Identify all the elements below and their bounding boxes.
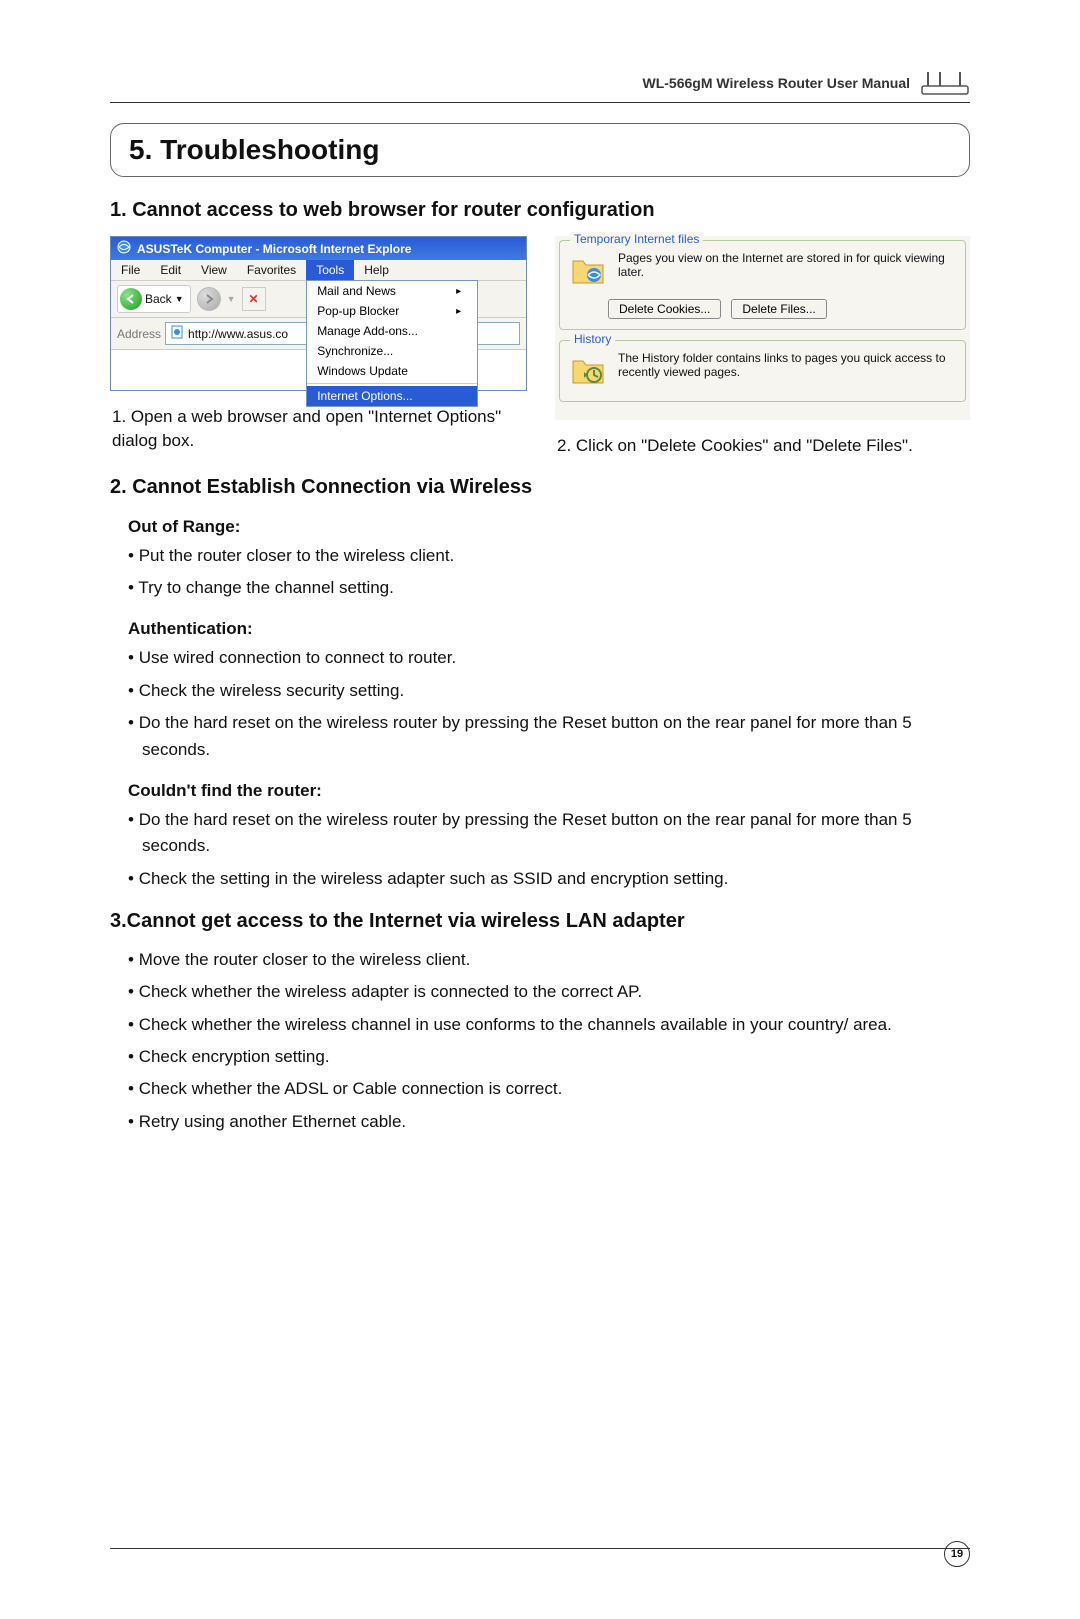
submenu-arrow-icon: ▸	[456, 306, 461, 317]
stop-button[interactable]: ✕	[242, 287, 266, 311]
tools-dropdown: Mail and News ▸ Pop-up Blocker ▸ Manage Ad…	[306, 280, 478, 407]
page-number: 19	[944, 1541, 970, 1567]
list-item: Check whether the wireless channel in us…	[128, 1012, 970, 1038]
figure-row: ASUSTeK Computer - Microsoft Internet Ex…	[110, 236, 970, 458]
footer-rule	[110, 1548, 970, 1549]
back-button[interactable]: Back ▼	[117, 285, 191, 313]
folder-history-icon	[568, 351, 608, 391]
section-1-title: 1. Cannot access to web browser for rout…	[110, 199, 970, 222]
list-item: Check encryption setting.	[128, 1044, 970, 1070]
group-history: History The History folder contains link…	[559, 340, 966, 402]
dd-mail[interactable]: Mail and News ▸	[307, 281, 477, 301]
list-authentication: Use wired connection to connect to route…	[128, 645, 970, 762]
list-item: Retry using another Ethernet cable.	[128, 1109, 970, 1135]
dd-internet-options[interactable]: Internet Options...	[307, 386, 477, 406]
list-item: Do the hard reset on the wireless router…	[128, 807, 970, 860]
address-value: http://www.asus.co	[188, 327, 288, 341]
back-label: Back	[145, 292, 172, 306]
group-temp-label: Temporary Internet files	[570, 232, 703, 246]
dd-update[interactable]: Windows Update	[307, 361, 477, 381]
dd-popup-label: Pop-up Blocker	[317, 304, 399, 318]
manual-title: WL-566gM Wireless Router User Manual	[643, 75, 911, 91]
list-out-of-range: Put the router closer to the wireless cl…	[128, 543, 970, 602]
ie-titlebar: ASUSTeK Computer - Microsoft Internet Ex…	[111, 237, 526, 260]
header-rule	[110, 102, 970, 103]
dd-mail-label: Mail and News	[317, 284, 396, 298]
menu-edit[interactable]: Edit	[150, 260, 191, 280]
menu-file[interactable]: File	[111, 260, 150, 280]
list-item: Check the setting in the wireless adapte…	[128, 866, 970, 892]
list-item: Move the router closer to the wireless c…	[128, 947, 970, 973]
delete-files-button[interactable]: Delete Files...	[731, 299, 826, 319]
list-section-3: Move the router closer to the wireless c…	[128, 947, 970, 1135]
dd-addons[interactable]: Manage Add-ons...	[307, 321, 477, 341]
back-dropdown-icon: ▼	[175, 294, 184, 304]
chapter-heading-box: 5. Troubleshooting	[110, 123, 970, 177]
dd-sync[interactable]: Synchronize...	[307, 341, 477, 361]
folder-ie-icon	[568, 251, 608, 291]
menu-favorites[interactable]: Favorites	[237, 260, 306, 280]
caption-2: 2. Click on "Delete Cookies" and "Delete…	[557, 434, 970, 458]
list-item: Use wired connection to connect to route…	[128, 645, 970, 671]
sub-out-of-range: Out of Range:	[128, 517, 970, 537]
menu-tools-label: Tools	[316, 263, 344, 277]
page-icon	[170, 325, 184, 342]
menu-help[interactable]: Help	[354, 260, 399, 280]
ie-menubar: File Edit View Favorites Tools Mail and …	[111, 260, 526, 281]
chapter-title: 5. Troubleshooting	[129, 134, 951, 166]
ie-window: ASUSTeK Computer - Microsoft Internet Ex…	[110, 236, 527, 391]
list-item: Check whether the wireless adapter is co…	[128, 979, 970, 1005]
figure-left: ASUSTeK Computer - Microsoft Internet Ex…	[110, 236, 525, 458]
menu-view[interactable]: View	[191, 260, 237, 280]
dd-popup[interactable]: Pop-up Blocker ▸	[307, 301, 477, 321]
group-history-label: History	[570, 332, 615, 346]
group-temporary-files: Temporary Internet files Pages you view …	[559, 240, 966, 330]
ie-app-icon	[117, 240, 131, 257]
list-item: Try to change the channel setting.	[128, 575, 970, 601]
list-item: Put the router closer to the wireless cl…	[128, 543, 970, 569]
back-arrow-icon	[120, 288, 142, 310]
ie-window-title: ASUSTeK Computer - Microsoft Internet Ex…	[137, 242, 411, 256]
submenu-arrow-icon: ▸	[456, 286, 461, 297]
sub-authentication: Authentication:	[128, 619, 970, 639]
forward-button[interactable]	[197, 287, 221, 311]
section-3-title: 3.Cannot get access to the Internet via …	[110, 910, 970, 933]
list-couldnt-find: Do the hard reset on the wireless router…	[128, 807, 970, 892]
list-item: Check whether the ADSL or Cable connecti…	[128, 1076, 970, 1102]
delete-cookies-button[interactable]: Delete Cookies...	[608, 299, 721, 319]
dd-separator	[307, 383, 477, 384]
caption-1: 1. Open a web browser and open "Internet…	[112, 405, 525, 453]
figure-right: Temporary Internet files Pages you view …	[555, 236, 970, 458]
list-item: Check the wireless security setting.	[128, 678, 970, 704]
section-2-title: 2. Cannot Establish Connection via Wirel…	[110, 476, 970, 499]
list-item: Do the hard reset on the wireless router…	[128, 710, 970, 763]
group-history-text: The History folder contains links to pag…	[618, 351, 957, 379]
forward-dropdown-icon: ▼	[227, 294, 236, 304]
sub-couldnt-find: Couldn't find the router:	[128, 781, 970, 801]
internet-options-panel: Temporary Internet files Pages you view …	[555, 236, 970, 420]
manual-page: WL-566gM Wireless Router User Manual 5. …	[0, 0, 1080, 1619]
menu-tools[interactable]: Tools Mail and News▸ Pop-up Blocker▸ Man…	[306, 260, 354, 280]
router-icon	[920, 70, 970, 96]
page-header: WL-566gM Wireless Router User Manual	[110, 70, 970, 96]
group-temp-text: Pages you view on the Internet are store…	[618, 251, 957, 279]
address-label: Address	[117, 327, 161, 341]
